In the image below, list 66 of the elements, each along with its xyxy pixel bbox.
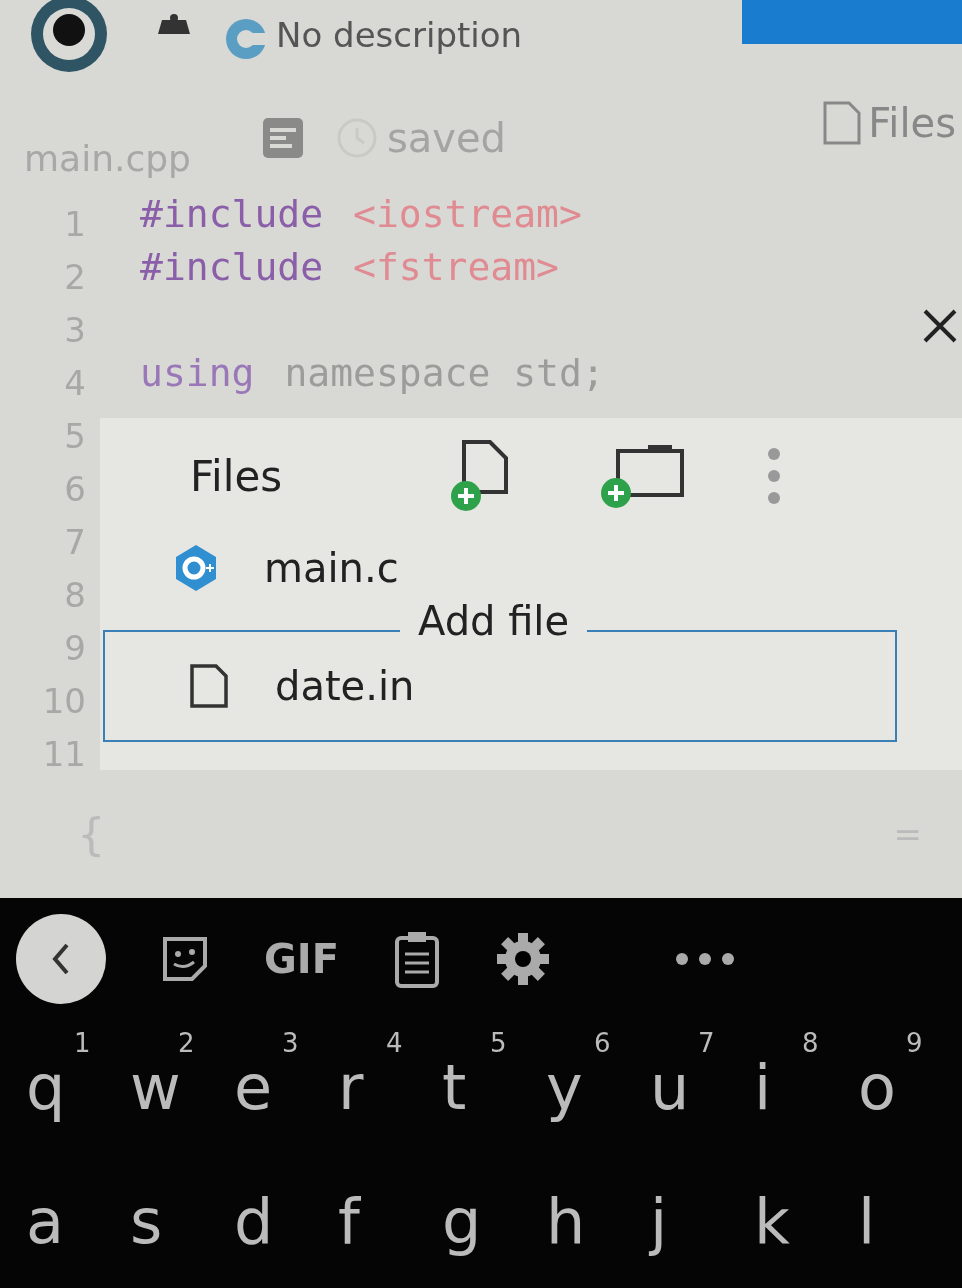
- code-token: <fstream>: [353, 244, 559, 291]
- key[interactable]: d: [230, 1154, 334, 1288]
- key[interactable]: 5 t: [438, 1020, 542, 1155]
- key-letter: l: [857, 1184, 876, 1258]
- key-letter: y: [545, 1050, 583, 1124]
- key[interactable]: k: [750, 1154, 854, 1288]
- key[interactable]: a: [22, 1154, 126, 1288]
- key[interactable]: 1 q: [22, 1020, 126, 1155]
- key-letter: t: [441, 1050, 467, 1124]
- key[interactable]: 7 u: [646, 1020, 750, 1155]
- key-hint: 8: [802, 1028, 819, 1059]
- key[interactable]: s: [126, 1154, 230, 1288]
- file-list-item[interactable]: main.c: [100, 514, 962, 596]
- key-hint: 1: [74, 1028, 91, 1059]
- key-hint: 7: [698, 1028, 715, 1059]
- close-icon[interactable]: [922, 308, 958, 344]
- key-letter: g: [441, 1184, 482, 1258]
- key-hint: 6: [594, 1028, 611, 1059]
- key[interactable]: g: [438, 1154, 542, 1288]
- code-token: using: [140, 350, 255, 397]
- key[interactable]: j: [646, 1154, 750, 1288]
- code-token: namespace std;: [284, 350, 605, 397]
- code-token: #include: [140, 244, 324, 291]
- key-letter: w: [129, 1050, 181, 1124]
- chevron-left-icon: [51, 942, 71, 977]
- key-hint: 3: [282, 1028, 299, 1059]
- code-token: #include: [140, 191, 324, 238]
- key-letter: r: [337, 1050, 364, 1124]
- key-letter: s: [129, 1184, 163, 1258]
- key-hint: 9: [906, 1028, 923, 1059]
- key-letter: f: [337, 1184, 360, 1258]
- key-letter: e: [233, 1050, 273, 1124]
- settings-icon[interactable]: [495, 931, 552, 988]
- c-language-icon: [224, 17, 268, 61]
- key[interactable]: 4 r: [334, 1020, 438, 1155]
- file-name-input[interactable]: date.in: [275, 663, 675, 709]
- key-letter: a: [25, 1184, 64, 1258]
- key-letter: j: [648, 1184, 668, 1258]
- key-letter: u: [649, 1050, 690, 1124]
- key-hint: 2: [178, 1028, 195, 1059]
- key[interactable]: h: [542, 1154, 646, 1288]
- gif-button[interactable]: GIF: [264, 936, 340, 983]
- key[interactable]: 2 w: [126, 1020, 230, 1155]
- file-name: main.c: [264, 545, 399, 591]
- project-description: No description: [276, 15, 523, 55]
- key-hint: 5: [490, 1028, 507, 1059]
- key[interactable]: 6 y: [542, 1020, 646, 1155]
- clipboard-icon[interactable]: [393, 930, 442, 989]
- key[interactable]: 9 o: [854, 1020, 958, 1155]
- panel-title: Files: [190, 451, 284, 501]
- key[interactable]: l: [854, 1154, 958, 1288]
- file-icon: [822, 100, 863, 146]
- key-letter: i: [753, 1050, 772, 1124]
- key[interactable]: 8 i: [750, 1020, 854, 1155]
- code-token: {: [78, 808, 105, 860]
- code-token: <iostream>: [353, 191, 582, 238]
- more-icon[interactable]: [675, 952, 736, 967]
- key[interactable]: 3 e: [230, 1020, 334, 1155]
- key-hint: 4: [386, 1028, 403, 1059]
- key[interactable]: f: [334, 1154, 438, 1288]
- file-icon: [189, 663, 229, 709]
- key-letter: q: [25, 1050, 66, 1124]
- key-letter: o: [857, 1050, 896, 1124]
- key-letter: k: [753, 1184, 790, 1258]
- key-letter: d: [233, 1184, 274, 1258]
- key-letter: h: [545, 1184, 586, 1258]
